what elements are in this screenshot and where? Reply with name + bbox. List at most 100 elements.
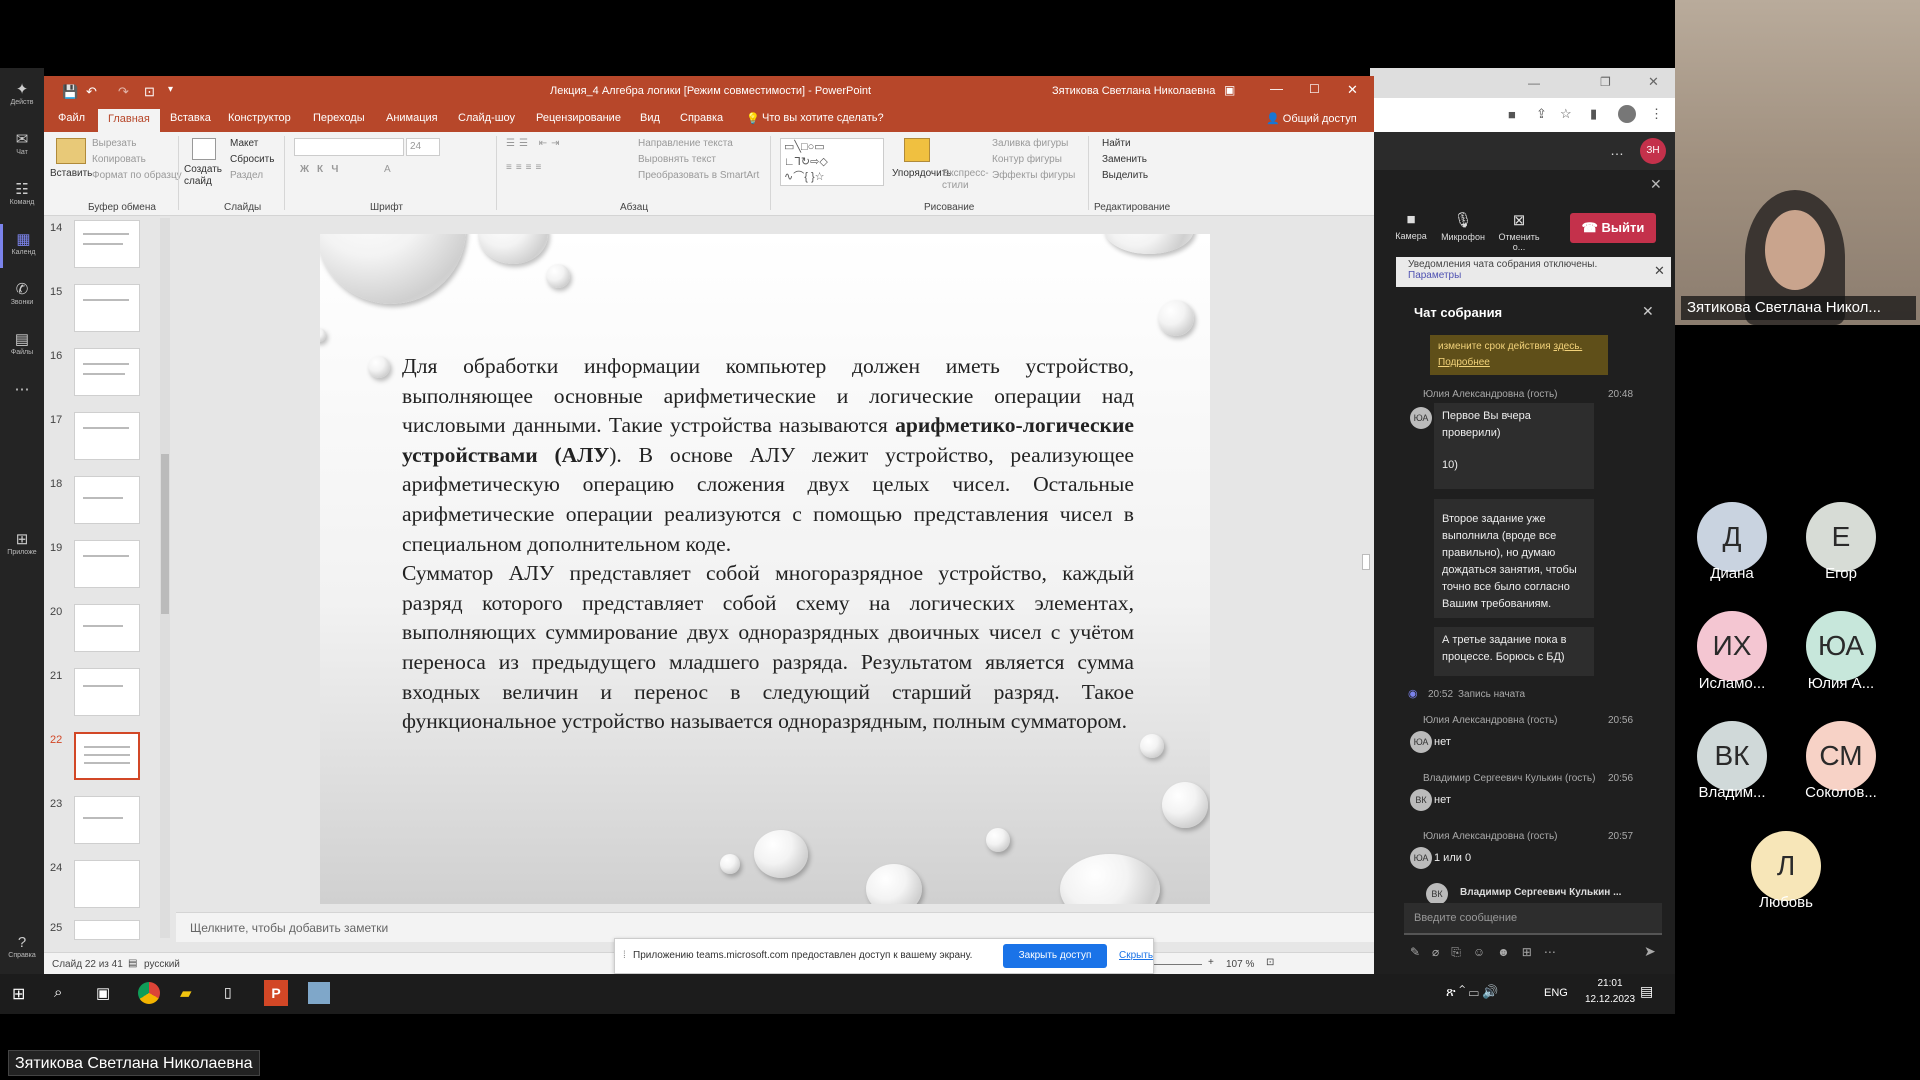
close-panel-icon[interactable]: ✕ [1650,176,1662,193]
spellcheck-icon[interactable]: ▤ [128,958,137,969]
participant-avatar[interactable]: ЮА [1806,611,1876,681]
chrome-icon[interactable] [138,982,160,1004]
zoom-in-icon[interactable]: + [1208,957,1214,968]
save-icon[interactable]: 💾 [62,84,78,100]
share-button[interactable]: 👤 Общий доступ [1266,112,1357,125]
microphone-button[interactable]: 🎙 Микрофон [1438,211,1488,242]
text-direction-button[interactable]: Направление текста [638,138,733,149]
slide-thumbnail[interactable] [74,860,140,908]
participant-avatar[interactable]: Д [1697,502,1767,572]
expiry-link[interactable]: здесь. [1553,341,1582,352]
copy-button[interactable]: Копировать [92,154,146,165]
slide-canvas[interactable]: Для обработки информации компьютер долже… [320,234,1210,904]
rail-item-activity[interactable]: ✦ Действ [0,74,44,118]
list-icons[interactable]: ☰☰ ⇤⇥ [506,138,563,149]
hide-share-bar-link[interactable]: Скрыть [1119,950,1153,961]
input-language[interactable]: ENG [1544,987,1568,999]
rail-item-apps[interactable]: ⊞ Приложе [0,524,44,568]
rail-item-more[interactable]: ⋯ [0,374,44,418]
tab-animations[interactable]: Анимация [386,112,438,124]
taskbar-app-icon[interactable]: ▯ [224,984,232,1001]
new-slide-button[interactable]: Создать слайд [184,164,228,188]
maximize-icon[interactable]: ☐ [1309,82,1320,96]
qat-customize-icon[interactable]: ▾ [168,84,173,95]
tab-transitions[interactable]: Переходы [313,112,365,124]
participant-avatar[interactable]: ВК [1697,721,1767,791]
tab-view[interactable]: Вид [640,112,660,124]
participant-avatar[interactable]: ИХ [1697,611,1767,681]
clock-date[interactable]: 12.12.2023 [1578,994,1642,1005]
side-panel-icon[interactable]: ▮ [1590,106,1597,122]
file-explorer-icon[interactable]: ▰ [180,984,192,1002]
tray-icons[interactable]: ጽ ⌃ ▭ 🔊 [1446,984,1499,1000]
ribbon-display-icon[interactable]: ▣ [1224,83,1235,97]
slideshow-start-icon[interactable]: ⊡ [144,84,155,100]
slide-thumbnail[interactable] [74,220,140,268]
rail-item-calls[interactable]: ✆ Звонки [0,274,44,318]
taskbar-app-icon[interactable] [308,982,330,1004]
tab-home[interactable]: Главная [98,109,160,132]
participant-avatar[interactable]: Л [1751,831,1821,901]
slide-thumbnail[interactable] [74,920,140,940]
find-button[interactable]: Найти [1102,138,1131,149]
tab-help[interactable]: Справка [680,112,723,124]
redo-icon[interactable]: ↷ [118,84,129,100]
rail-item-calendar[interactable]: ▦ Календ [0,224,44,268]
share-page-icon[interactable]: ⇪ [1536,106,1547,122]
slide-scroll-thumb[interactable] [1362,554,1370,570]
user-avatar[interactable]: ЗН [1640,138,1666,164]
tell-me-box[interactable]: Что вы хотите сделать? [762,112,884,124]
layout-button[interactable]: Макет [230,138,258,149]
slide-thumbnail[interactable] [74,604,140,652]
tab-file[interactable]: Файл [58,112,85,124]
shape-effects-button[interactable]: Эффекты фигуры [992,170,1075,181]
slide-thumbnail[interactable] [74,476,140,524]
shape-fill-button[interactable]: Заливка фигуры [992,138,1068,149]
font-format-icons[interactable]: ЖКЧ [300,164,346,175]
minimize-icon[interactable]: — [1270,81,1283,96]
leave-meeting-button[interactable]: ☎ Выйти [1570,213,1656,243]
close-chat-icon[interactable]: ✕ [1642,303,1654,320]
window-minimize-icon[interactable]: — [1528,76,1540,90]
align-icons[interactable]: ≡≡≡≡ [506,162,545,173]
slide-thumbnail[interactable] [74,412,140,460]
dismiss-banner-icon[interactable]: ✕ [1654,263,1665,279]
tab-design[interactable]: Конструктор [228,112,291,124]
font-name-box[interactable] [294,138,404,156]
slide-thumbnail[interactable] [74,668,140,716]
send-icon[interactable]: ➤ [1644,943,1656,960]
align-text-button[interactable]: Выровнять текст [638,154,716,165]
more-options-icon[interactable]: … [1610,142,1624,158]
undo-icon[interactable]: ↶ [86,84,97,100]
fit-slide-icon[interactable]: ⊡ [1266,957,1274,968]
task-view-icon[interactable]: ▣ [96,984,110,1002]
drag-handle-icon[interactable]: ⁞ [623,950,626,961]
powerpoint-icon[interactable]: P [264,980,288,1006]
slide-thumbnail[interactable] [74,796,140,844]
compose-toolbar-icons[interactable]: ✎⌀⎘☺☻⊞⋯ [1410,945,1568,960]
rail-item-help[interactable]: ? Справка [0,928,44,972]
participant-avatar[interactable]: СМ [1806,721,1876,791]
smartart-button[interactable]: Преобразовать в SmartArt [638,170,759,181]
slide-thumbnail[interactable] [74,284,140,332]
cut-button[interactable]: Вырезать [92,138,136,149]
tab-review[interactable]: Рецензирование [536,112,621,124]
quick-styles-button[interactable]: Экспресс-стили [942,168,989,192]
bookmark-star-icon[interactable]: ☆ [1560,106,1572,122]
clock-time[interactable]: 21:01 [1590,978,1630,989]
rail-item-teams[interactable]: ☷ Команд [0,174,44,218]
browser-menu-icon[interactable]: ⋮ [1650,106,1663,122]
message-input[interactable]: Введите сообщение [1404,903,1662,935]
paste-icon[interactable] [56,138,86,164]
rail-item-chat[interactable]: ✉ Чат [0,124,44,168]
section-button[interactable]: Раздел [230,170,263,181]
thumbs-scroll-thumb[interactable] [161,454,169,614]
notice-settings-link[interactable]: Параметры [1408,270,1659,281]
camera-permission-icon[interactable]: ■ [1508,107,1516,122]
close-icon[interactable]: ✕ [1347,82,1358,98]
slide-thumbnail[interactable] [74,348,140,396]
select-button[interactable]: Выделить [1102,170,1148,181]
shape-outline-button[interactable]: Контур фигуры [992,154,1062,165]
replace-button[interactable]: Заменить [1102,154,1147,165]
tab-insert[interactable]: Вставка [170,112,211,124]
